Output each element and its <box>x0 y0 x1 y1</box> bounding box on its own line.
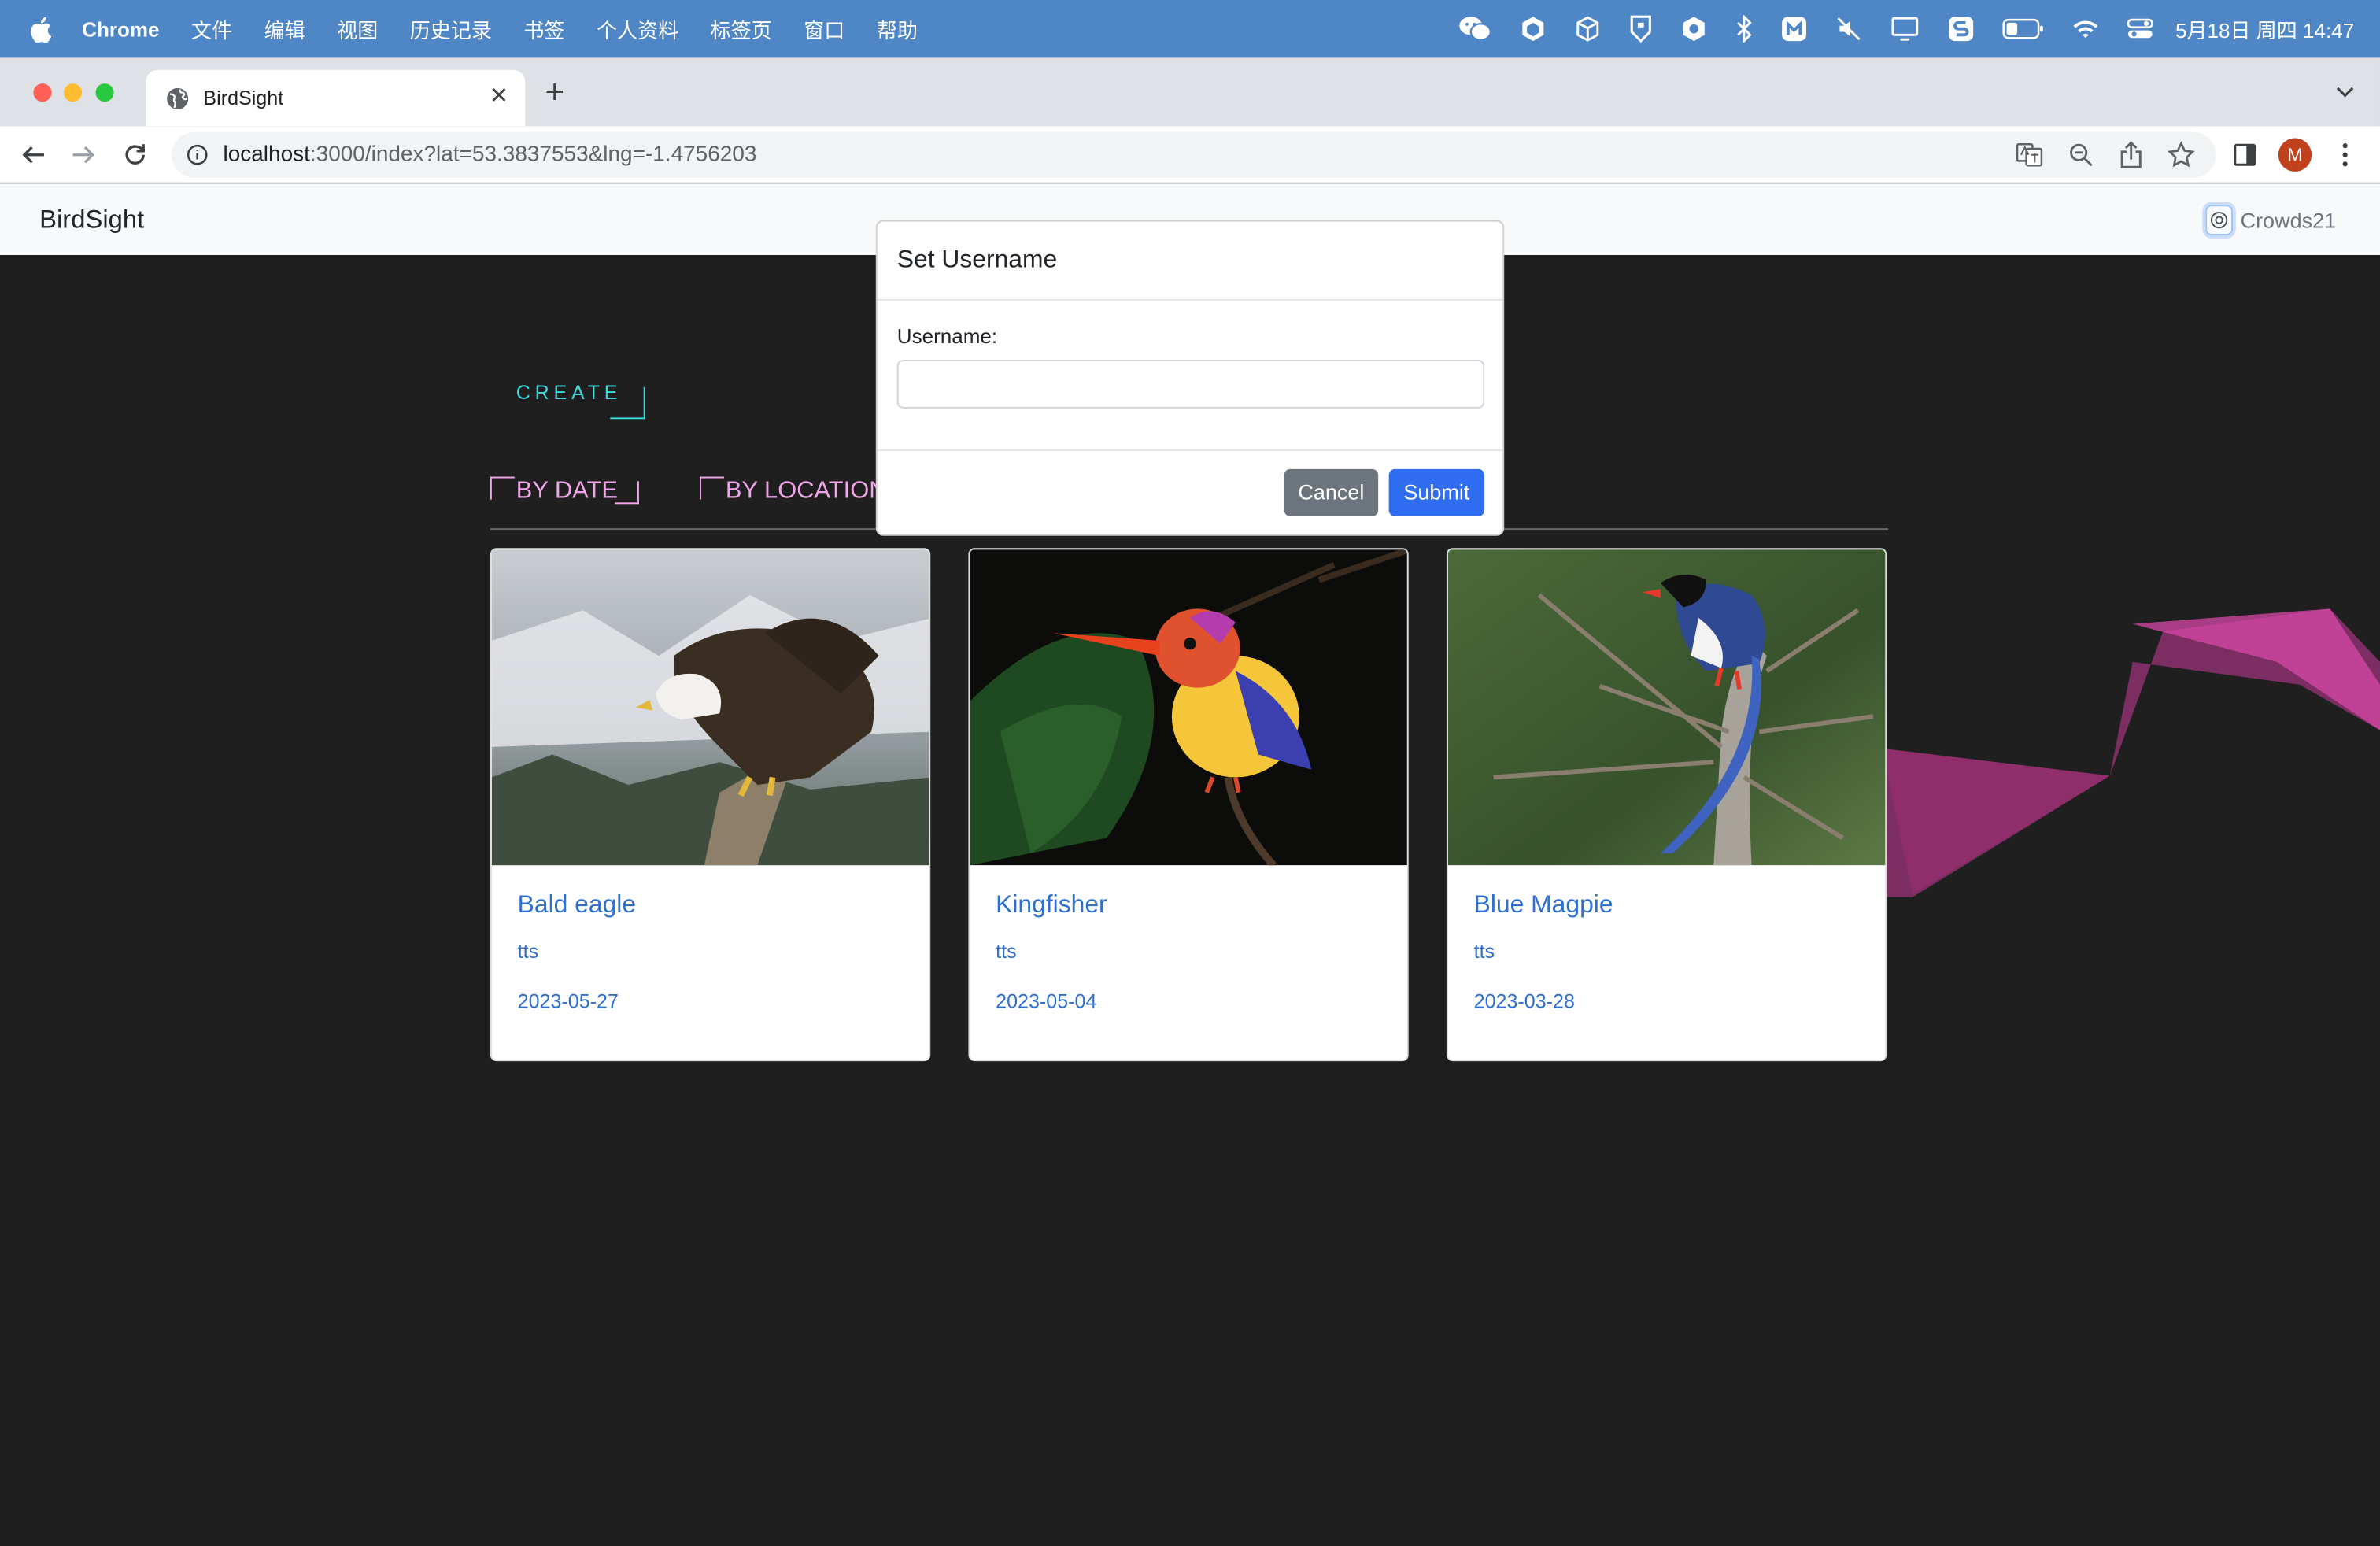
card-user[interactable]: tts <box>996 940 1016 963</box>
s-app-icon[interactable] <box>1948 15 1975 43</box>
share-icon[interactable] <box>2117 141 2145 168</box>
decorative-ribbon <box>1882 608 2380 897</box>
sighting-card[interactable]: Bald eagle tts 2023-05-27 <box>490 548 931 1062</box>
filter-by-date[interactable]: BY DATE <box>516 478 618 505</box>
zoom-icon[interactable] <box>2068 141 2095 168</box>
sighting-card[interactable]: Kingfisher tts 2023-05-04 <box>968 548 1409 1062</box>
filter-by-location[interactable]: BY LOCATION <box>726 478 887 505</box>
url-host: localhost <box>223 142 310 168</box>
submit-button[interactable]: Submit <box>1388 468 1485 516</box>
menu-view[interactable]: 视图 <box>337 13 378 44</box>
menu-clock[interactable]: 5月18日 周四 14:47 <box>2175 13 2354 44</box>
filter-date-corner-tl <box>490 476 515 500</box>
menu-window[interactable]: 窗口 <box>804 13 844 44</box>
user-link[interactable]: Crowds21 <box>2205 205 2336 235</box>
url-path: :3000/index?lat=53.3837553&lng=-1.475620… <box>309 142 757 168</box>
control-center-icon[interactable] <box>2127 15 2154 43</box>
globe-icon <box>165 86 190 110</box>
address-url: localhost:3000/index?lat=53.3837553&lng=… <box>223 142 756 167</box>
window-close-button[interactable] <box>33 83 52 102</box>
menu-app-name[interactable]: Chrome <box>82 17 159 40</box>
menu-profiles[interactable]: 个人资料 <box>597 13 678 44</box>
menu-tab[interactable]: 标签页 <box>711 13 772 44</box>
browser-tab-strip: BirdSight ✕ + <box>0 57 2380 127</box>
card-user[interactable]: tts <box>1474 940 1495 963</box>
mute-icon[interactable] <box>1835 15 1863 43</box>
more-menu-icon[interactable] <box>2331 141 2359 168</box>
menu-status-area: 5月18日 周四 14:47 <box>1432 0 2354 57</box>
wifi-icon[interactable] <box>2072 18 2100 39</box>
tab-title: BirdSight <box>203 86 284 109</box>
bookmark-star-icon[interactable] <box>2167 141 2195 168</box>
address-bar[interactable]: localhost:3000/index?lat=53.3837553&lng=… <box>171 131 2216 178</box>
shield-app-icon[interactable] <box>1629 15 1654 43</box>
modal-header-divider <box>877 298 1503 301</box>
side-panel-icon[interactable] <box>2231 141 2259 168</box>
card-date: 2023-05-04 <box>996 989 1097 1013</box>
filter-date-corner-br <box>615 481 639 505</box>
username-label: Crowds21 <box>2240 208 2337 233</box>
bald-eagle-photo <box>491 549 929 866</box>
menu-help[interactable]: 帮助 <box>877 13 918 44</box>
create-corner-decoration <box>610 386 645 420</box>
new-tab-plus-icon[interactable]: + <box>545 75 564 109</box>
menu-file[interactable]: 文件 <box>191 13 232 44</box>
cube-icon[interactable] <box>1520 15 1547 43</box>
window-zoom-button[interactable] <box>95 83 114 102</box>
m-app-icon[interactable] <box>1781 15 1809 43</box>
translate-icon[interactable] <box>2016 141 2043 168</box>
username-label: Username: <box>896 324 998 348</box>
browser-toolbar: localhost:3000/index?lat=53.3837553&lng=… <box>0 126 2380 184</box>
modal-footer-divider <box>877 449 1503 451</box>
window-minimize-button[interactable] <box>63 83 83 102</box>
back-arrow-icon[interactable] <box>20 141 47 168</box>
tab-close-icon[interactable]: ✕ <box>490 84 508 109</box>
macos-menu-bar: Chrome 文件 编辑 视图 历史记录 书签 个人资料 标签页 窗口 帮助 5… <box>0 0 2380 58</box>
modal-title: Set Username <box>896 246 1058 274</box>
filter-location-corner-tl <box>700 476 724 500</box>
blue-magpie-photo <box>1447 549 1886 866</box>
hexagon-icon[interactable] <box>1680 15 1708 43</box>
browser-tab-birdsight[interactable]: BirdSight ✕ <box>146 69 526 127</box>
forward-arrow-icon[interactable] <box>70 141 98 168</box>
card-date: 2023-03-28 <box>1473 989 1575 1013</box>
battery-icon[interactable] <box>2002 18 2045 39</box>
set-username-modal: Set Username Username: Cancel Submit <box>875 220 1505 536</box>
display-icon[interactable] <box>1890 15 1920 43</box>
site-info-icon[interactable] <box>187 144 208 173</box>
menu-edit[interactable]: 编辑 <box>264 13 305 44</box>
card-title[interactable]: Bald eagle <box>518 891 636 920</box>
kingfisher-photo <box>970 549 1407 866</box>
username-input[interactable] <box>896 360 1485 409</box>
cube-outline-icon[interactable] <box>1574 15 1602 43</box>
menu-history[interactable]: 历史记录 <box>410 13 492 44</box>
cancel-button[interactable]: Cancel <box>1284 468 1379 516</box>
card-date: 2023-05-27 <box>517 989 619 1013</box>
brand-link[interactable]: BirdSight <box>39 205 144 235</box>
user-target-icon <box>2205 205 2233 235</box>
tab-search-chevron-icon[interactable] <box>2334 80 2356 109</box>
menu-bookmarks[interactable]: 书签 <box>523 13 564 44</box>
reload-icon[interactable] <box>121 141 149 168</box>
wechat-icon[interactable] <box>1459 15 1492 43</box>
card-user[interactable]: tts <box>518 940 538 963</box>
create-link[interactable]: CREATE <box>516 381 623 404</box>
sighting-card[interactable]: Blue Magpie tts 2023-03-28 <box>1446 548 1887 1062</box>
profile-avatar[interactable]: M <box>2278 138 2312 172</box>
card-title[interactable]: Kingfisher <box>996 891 1107 920</box>
bluetooth-icon[interactable] <box>1735 15 1754 43</box>
card-title[interactable]: Blue Magpie <box>1474 891 1613 920</box>
apple-logo-icon[interactable] <box>31 16 58 43</box>
